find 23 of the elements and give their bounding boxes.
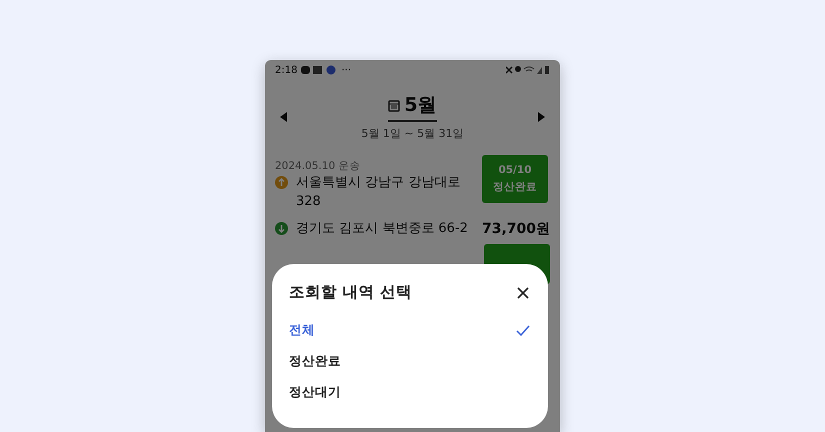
close-button[interactable] xyxy=(516,286,530,300)
system-status-icons xyxy=(506,65,550,75)
origin-address: 서울특별시 강남구 강남대로 328 xyxy=(296,174,462,211)
more-indicator: ··· xyxy=(341,64,352,76)
check-icon xyxy=(516,325,530,336)
destination-address: 경기도 김포시 북변중로 66-2 xyxy=(296,220,468,238)
badge-date: 05/10 xyxy=(498,164,532,176)
amount: 73,700원 xyxy=(482,220,550,238)
date-range: 5월 1일 ~ 5월 31일 xyxy=(361,126,464,141)
month-title: 5월 xyxy=(404,93,437,118)
notification-icons xyxy=(301,65,338,75)
filter-option[interactable]: 정산완료 xyxy=(289,346,530,377)
pickup-icon xyxy=(275,176,288,189)
status-time: 2:18 xyxy=(275,64,298,76)
filter-option[interactable]: 정산대기 xyxy=(289,377,530,408)
record-date: 2024.05.10 운송 xyxy=(275,159,362,173)
previous-month-icon[interactable] xyxy=(279,112,289,122)
calendar-icon xyxy=(388,98,400,112)
next-month-icon[interactable] xyxy=(536,112,546,122)
filter-option[interactable]: 전체 xyxy=(289,315,530,346)
dropoff-icon xyxy=(275,222,288,235)
badge-status: 정산완료 xyxy=(492,180,537,194)
sheet-title: 조회할 내역 선택 xyxy=(289,282,412,303)
